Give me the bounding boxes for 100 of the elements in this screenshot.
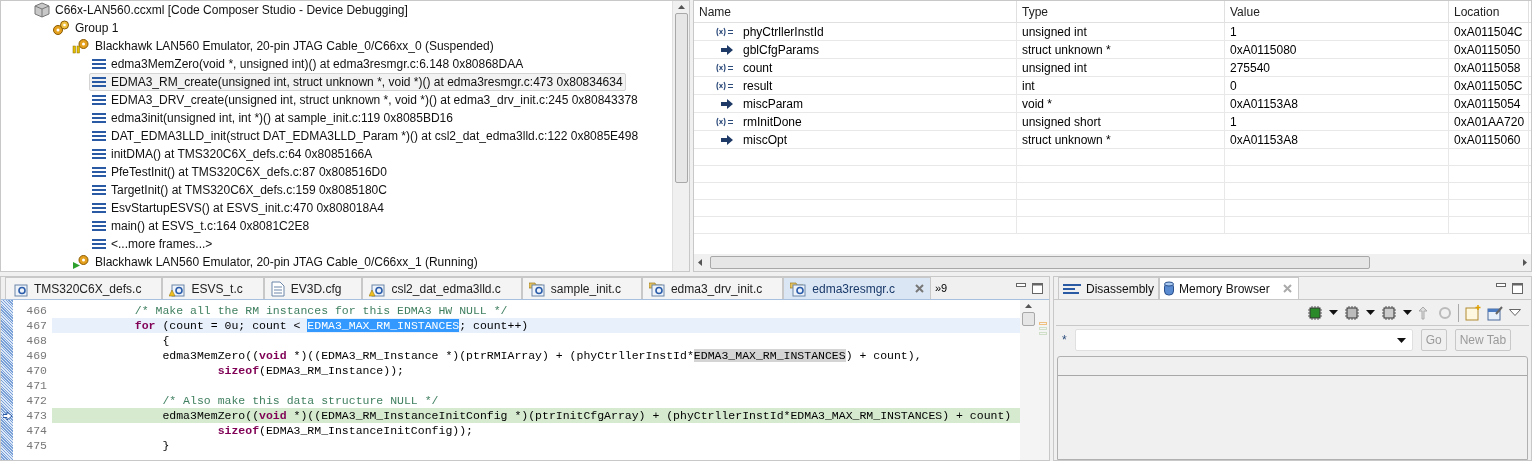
variable-name: gblCfgParams: [743, 41, 820, 59]
dropdown-icon[interactable]: [1396, 337, 1406, 343]
table-cell-text: 0xA0115054: [1454, 95, 1521, 113]
tree-item[interactable]: PfeTestInit() at TMS320C6X_defs.c:87 0x808516D0: [89, 163, 390, 181]
column-header[interactable]: Location: [1449, 1, 1529, 22]
stack-frame-icon: [92, 166, 106, 178]
arrow-icon: [721, 98, 733, 109]
maximize-icon[interactable]: [1512, 283, 1523, 294]
line-number: 466: [25, 302, 48, 319]
scrollbar-thumb[interactable]: [1022, 312, 1035, 326]
arrow-icon: [721, 44, 733, 55]
editor-tab[interactable]: edma3_drv_init.c: [641, 277, 784, 299]
line-number: 471: [25, 377, 48, 394]
tree-item[interactable]: EDMA3_RM_create(unsigned int, struct unknown *, void *)() at edma3resmgr.c:473 0x80834634: [89, 73, 626, 91]
caret-icon[interactable]: [1329, 310, 1338, 315]
view-tab[interactable]: Memory Browser: [1159, 277, 1299, 299]
chip-icon[interactable]: [1381, 304, 1397, 321]
tree-item[interactable]: <...more frames...>: [89, 235, 216, 253]
disassembly-icon: [1063, 283, 1081, 294]
code-line: /* Also make this data structure NULL */: [161, 392, 439, 409]
table-cell-text: 1: [1230, 23, 1237, 41]
tree-item[interactable]: EsvStartupESVS() at ESVS_init.c:470 0x808018A4: [89, 199, 387, 217]
horizontal-scrollbar[interactable]: [694, 254, 1531, 271]
table-cell-text: unsigned int: [1022, 59, 1087, 77]
code-line: edma3MemZero((void *)((EDMA3_RM_Instance *)(ptrRMIArray) + (phyCtrllerInstId*EDMA3_MAX_RM_INSTANCES) + count),: [161, 347, 922, 364]
gear-pause-icon: [72, 38, 90, 54]
chip-icon[interactable]: [1307, 304, 1323, 321]
minimize-icon[interactable]: [1016, 283, 1026, 289]
maximize-icon[interactable]: [1032, 283, 1043, 294]
stack-frame-icon: [92, 238, 106, 250]
table-cell-text: 0xA01AA720: [1454, 113, 1525, 131]
stack-frame-icon: [92, 220, 106, 232]
column-header[interactable]: Name: [694, 1, 1017, 22]
table-cell-text: 0xA01153A8: [1230, 131, 1298, 149]
code-line: for (count = 0u; count < EDMA3_MAX_RM_INSTANCES; count++): [133, 317, 529, 334]
tree-item[interactable]: TargetInit() at TMS320C6X_defs.c:159 0x8085180C: [89, 181, 390, 199]
tree-item[interactable]: main() at ESVS_t.c:164 0x8081C2E8: [89, 217, 313, 235]
vertical-scrollbar[interactable]: [1020, 300, 1037, 460]
line-number: 469: [25, 347, 48, 364]
chip-icon[interactable]: [1344, 304, 1360, 321]
tree-item[interactable]: initDMA() at TMS320C6X_defs.c:64 0x8085166A: [89, 145, 376, 163]
code-line: }: [161, 437, 170, 454]
line-number: 475: [25, 437, 48, 454]
edit-window-icon[interactable]: [1487, 304, 1503, 321]
stack-frame-icon: [92, 202, 106, 214]
stack-frame-icon: [92, 94, 106, 106]
stack-frame-icon: [92, 76, 106, 88]
table-cell-text: 1: [1230, 113, 1237, 131]
caret-icon[interactable]: [1366, 310, 1375, 315]
vertical-scrollbar[interactable]: [672, 1, 689, 271]
tree-item[interactable]: Blackhawk LAN560 Emulator, 20-pin JTAG Cable_0/C66xx_1 (Running): [69, 253, 481, 271]
column-header[interactable]: Value: [1225, 1, 1449, 22]
scroll-up-icon[interactable]: [1025, 304, 1032, 308]
scroll-up-icon[interactable]: [677, 5, 685, 9]
scroll-left-icon[interactable]: [698, 259, 702, 266]
table-cell-text: void *: [1022, 95, 1053, 113]
stack-frame-icon: [92, 58, 106, 70]
code-line: sizeof(EDMA3_RM_InstanceInitConfig));: [216, 422, 473, 439]
table-cell-text: 0xA0115060: [1454, 131, 1521, 149]
view-tab[interactable]: Disassembly: [1058, 277, 1159, 299]
editor-tab[interactable]: csl2_dat_edma3lld.c: [362, 277, 522, 299]
variable-name: rmInitDone: [743, 113, 802, 131]
caret-icon[interactable]: [1403, 310, 1412, 315]
table-cell-text: 0xA011505C: [1454, 77, 1523, 95]
code-line: /* Make all the RM instances for this EDMA3 HW NULL */: [133, 302, 508, 319]
variable-name: phyCtrllerInstId: [743, 23, 824, 41]
minimize-icon[interactable]: [1496, 283, 1506, 289]
editor-tab[interactable]: ESVS_t.c: [162, 277, 264, 299]
tree-item[interactable]: DAT_EDMA3LLD_init(struct DAT_EDMA3LLD_Param *)() at csl2_dat_edma3lld.c:122 0x8085E498: [89, 127, 642, 145]
variable-name: count: [743, 59, 773, 77]
scroll-right-icon[interactable]: [1523, 259, 1527, 266]
tree-item[interactable]: EDMA3_DRV_create(unsigned int, struct unknown *, void *)() at edma3_drv_init.c:245 0x80843378: [89, 91, 641, 109]
variable-name: miscOpt: [743, 131, 787, 149]
variable-name: result: [743, 77, 773, 95]
table-cell-text: 0xA0115058: [1454, 59, 1521, 77]
view-menu-icon[interactable]: [1509, 309, 1521, 316]
gears-icon: [52, 20, 70, 36]
line-number: 467: [25, 317, 48, 334]
line-number: 470: [25, 362, 48, 379]
table-cell-text: struct unknown *: [1022, 131, 1111, 149]
close-icon[interactable]: [915, 284, 924, 293]
tree-item[interactable]: C66x-LAN560.ccxml [Code Composer Studio - Device Debugging]: [31, 1, 411, 19]
table-cell-text: struct unknown *: [1022, 41, 1111, 59]
address-field[interactable]: [1074, 329, 1413, 351]
editor-tab[interactable]: edma3resmgr.c: [783, 277, 931, 299]
tree-item[interactable]: Group 1: [49, 19, 122, 37]
tree-item[interactable]: edma3init(unsigned int, int *)() at sample_init.c:119 0x8085BD16: [89, 109, 456, 127]
editor-tab[interactable]: EV3D.cfg: [263, 277, 363, 299]
code-line: edma3MemZero((void *)((EDMA3_RM_InstanceInitConfig *)(ptrInitCfgArray) + (phyCtrllerInstId*EDMA3_MAX_RM_INSTANCES) + count): [161, 407, 1012, 424]
table-cell-text: 275540: [1230, 59, 1271, 77]
document-icon: [270, 280, 285, 297]
arrow-icon: [721, 134, 733, 145]
editor-tab[interactable]: sample_init.c: [521, 277, 642, 299]
tree-item[interactable]: edma3MemZero(void *, unsigned int)() at edma3resmgr.c:6.148 0x80868DAA: [89, 55, 527, 73]
c-file-folder-icon: [648, 280, 665, 297]
cylinder-icon: [1164, 280, 1174, 297]
column-header[interactable]: Type: [1017, 1, 1225, 22]
tree-item[interactable]: Blackhawk LAN560 Emulator, 20-pin JTAG Cable_0/C66xx_0 (Suspended): [69, 37, 497, 55]
editor-tab[interactable]: TMS320C6X_defs.c: [5, 277, 163, 299]
overflow-tabs[interactable]: »9: [931, 277, 952, 299]
